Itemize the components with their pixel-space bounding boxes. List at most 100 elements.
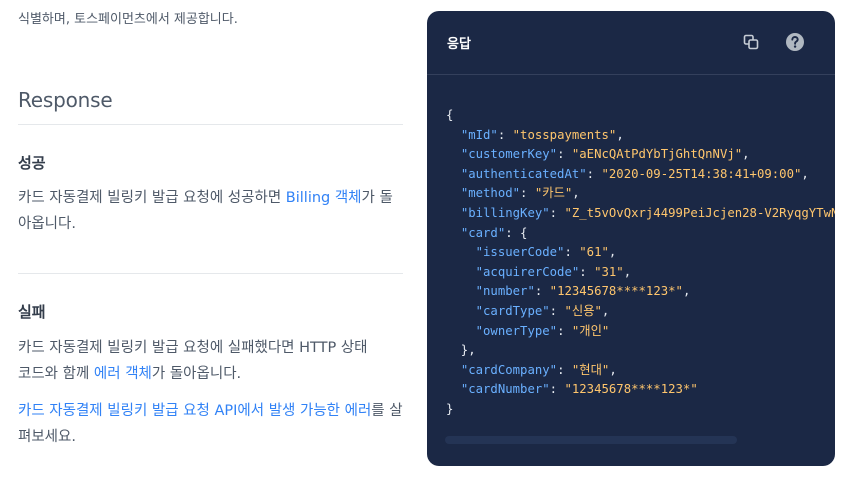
json-punctuation: : [579, 264, 595, 279]
json-value: "aENcQAtPdYbTjGhtQnNVj" [571, 147, 743, 162]
code-line: "card": { [446, 224, 835, 244]
json-value: "신용" [564, 303, 602, 318]
json-punctuation: : [557, 323, 572, 338]
json-code-block: { "mId": "tosspayments", "customerKey": … [446, 106, 835, 420]
json-punctuation [446, 206, 461, 220]
json-value: "Z_t5vOvQxrj4499PeiJcjen28-V2RyqgYTwN44R… [564, 205, 835, 220]
code-line: "customerKey": "aENcQAtPdYbTjGhtQnNVj", [446, 145, 835, 165]
json-punctuation: }, [446, 343, 476, 358]
code-line: "billingKey": "Z_t5vOvQxrj4499PeiJcjen28… [446, 204, 835, 224]
error-object-link[interactable]: 에러 객체 [94, 366, 152, 382]
json-value: "현대" [571, 362, 610, 377]
code-line: "cardCompany": "현대", [446, 361, 835, 381]
code-line: "mId": "tosspayments", [446, 126, 835, 146]
section-divider [18, 124, 403, 125]
response-code-panel: 응답 { "mId": "tosspayments", "customerKey… [427, 11, 835, 466]
code-line: "cardType": "신용", [446, 302, 835, 322]
json-key: "mId" [460, 127, 498, 142]
failure-title: 실패 [18, 303, 46, 321]
json-key: "customerKey" [460, 147, 558, 162]
json-punctuation [446, 186, 461, 200]
json-punctuation [446, 128, 461, 142]
json-punctuation: , [608, 245, 617, 260]
failure-line-2: 코드와 함께 에러 객체가 돌아옵니다. [18, 361, 403, 387]
json-punctuation [446, 304, 476, 318]
code-line: "issuerCode": "61", [446, 243, 835, 263]
success-description: 카드 자동결제 빌링키 발급 요청에 성공하면 Billing 객체가 돌아옵니… [18, 185, 403, 237]
json-key: "authenticatedAt" [460, 166, 587, 181]
json-punctuation: : [549, 382, 565, 397]
json-punctuation [446, 363, 461, 377]
code-line: { [446, 106, 835, 126]
json-value: "tosspayments" [512, 127, 617, 142]
json-punctuation: : [557, 362, 572, 377]
json-punctuation: : [549, 205, 565, 220]
help-icon[interactable] [785, 32, 805, 52]
json-punctuation: , [801, 166, 809, 181]
code-line: "method": "카드", [446, 184, 835, 204]
json-punctuation [446, 167, 461, 181]
json-value: "카드" [534, 186, 573, 201]
json-punctuation: , [682, 284, 691, 299]
json-punctuation: } [446, 401, 454, 416]
json-punctuation: , [742, 147, 750, 162]
error-list-sentence: 카드 자동결제 빌링키 발급 요청 API에서 발생 가능한 에러를 살펴보세요… [18, 398, 403, 450]
failure-line-1: 카드 자동결제 빌링키 발급 요청에 실패했다면 HTTP 상태 [18, 340, 368, 356]
json-punctuation: : [586, 166, 602, 181]
json-punctuation [446, 245, 476, 259]
json-value: "31" [594, 264, 624, 279]
panel-title: 응답 [447, 37, 471, 52]
json-value: "12345678****123*" [564, 382, 698, 397]
code-line: "ownerType": "개인" [446, 322, 835, 342]
json-punctuation: { [446, 108, 454, 122]
json-punctuation: , [601, 303, 610, 318]
intro-text: 식별하며, 토스페이먼츠에서 제공합니다. [18, 12, 238, 27]
json-value: "개인" [571, 323, 610, 338]
json-key: "ownerType" [475, 323, 558, 338]
json-punctuation: : [497, 127, 513, 142]
json-key: "cardType" [475, 303, 550, 318]
failure-text-before: 코드와 함께 [18, 366, 94, 382]
success-text-before: 카드 자동결제 빌링키 발급 요청에 성공하면 [18, 190, 286, 206]
code-line: "acquirerCode": "31", [446, 263, 835, 283]
json-punctuation [446, 147, 461, 161]
json-punctuation [446, 324, 476, 338]
code-line: "number": "12345678****123*", [446, 282, 835, 302]
json-value: "61" [579, 245, 609, 260]
code-line: "authenticatedAt": "2020-09-25T14:38:41+… [446, 165, 835, 185]
json-punctuation [446, 382, 461, 396]
success-title: 성공 [18, 154, 46, 172]
json-key: "number" [475, 284, 535, 299]
json-punctuation [446, 284, 476, 298]
code-line: }, [446, 341, 835, 361]
json-punctuation [446, 265, 476, 279]
json-punctuation: : [549, 303, 565, 318]
json-key: "cardCompany" [460, 362, 558, 377]
json-key: "billingKey" [460, 205, 550, 220]
json-key: "issuerCode" [475, 245, 565, 260]
horizontal-scrollbar[interactable] [445, 436, 737, 444]
json-key: "acquirerCode" [475, 264, 580, 279]
json-key: "method" [460, 186, 521, 201]
json-punctuation: : [557, 147, 572, 162]
json-key: "card" [460, 225, 506, 240]
panel-divider [427, 74, 835, 75]
json-punctuation: : [520, 186, 535, 201]
json-key: "cardNumber" [460, 382, 550, 397]
copy-icon[interactable] [743, 34, 759, 50]
json-punctuation: , [623, 264, 632, 279]
json-punctuation: , [616, 127, 624, 142]
subsection-divider [18, 273, 403, 274]
json-value: "2020-09-25T14:38:41+09:00" [601, 166, 802, 181]
json-punctuation: , [609, 362, 617, 377]
billing-object-link[interactable]: Billing 객체 [286, 190, 362, 206]
failure-description: 카드 자동결제 빌링키 발급 요청에 실패했다면 HTTP 상태 코드와 함께 … [18, 335, 403, 387]
code-line: "cardNumber": "12345678****123*" [446, 380, 835, 400]
json-punctuation: , [572, 186, 580, 201]
json-punctuation: : [534, 284, 550, 299]
error-list-link[interactable]: 카드 자동결제 빌링키 발급 요청 API에서 발생 가능한 에러 [18, 403, 371, 419]
json-value: "12345678****123*" [549, 284, 683, 299]
json-punctuation: : { [505, 225, 528, 240]
failure-text-after: 가 돌아옵니다. [151, 366, 242, 382]
response-heading: Response [18, 88, 113, 112]
